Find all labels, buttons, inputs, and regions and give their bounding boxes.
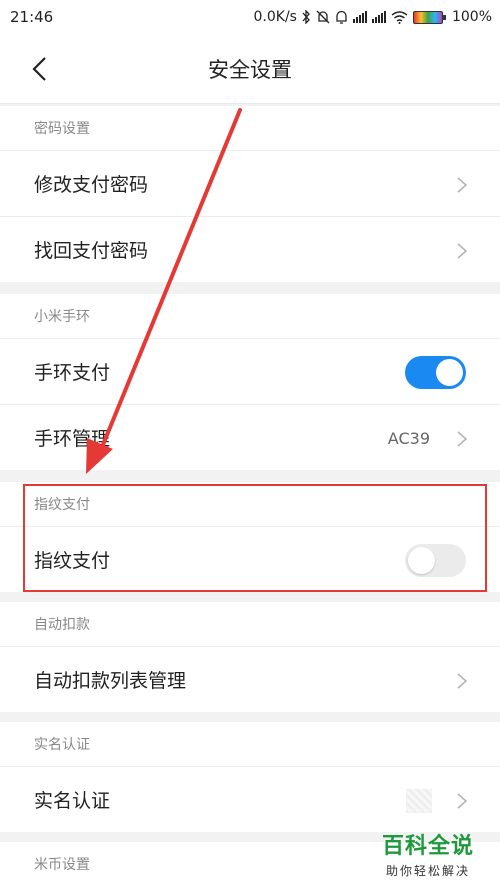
page-title: 安全设置 xyxy=(208,57,292,82)
row-retrieve-pay-password[interactable]: 找回支付密码 xyxy=(0,216,500,282)
status-time: 21:46 xyxy=(10,8,54,26)
back-arrow-icon[interactable] xyxy=(28,56,52,82)
row-band-manage[interactable]: 手环管理 AC39 xyxy=(0,404,500,470)
chevron-right-icon xyxy=(457,177,468,193)
chevron-right-icon xyxy=(457,243,468,259)
row-label: 实名认证 xyxy=(34,790,111,812)
blurred-value xyxy=(406,789,432,813)
status-bar: 21:46 0.0K/s 100% xyxy=(0,0,500,34)
watermark-title: 百科全说 xyxy=(381,834,474,859)
chevron-right-icon xyxy=(457,673,468,689)
section-password-settings: 密码设置 修改支付密码 找回支付密码 xyxy=(0,106,500,282)
band-id-value: AC39 xyxy=(387,428,430,448)
nav-bar: 安全设置 xyxy=(0,34,500,104)
row-label: 修改支付密码 xyxy=(34,174,149,196)
network-speed: 0.0K/s xyxy=(253,9,297,25)
band-pay-toggle[interactable] xyxy=(405,356,466,389)
toggle-knob xyxy=(436,359,463,386)
chevron-right-icon xyxy=(457,431,468,447)
section-auto-deduct: 自动扣款 自动扣款列表管理 xyxy=(0,602,500,712)
wifi-icon xyxy=(391,10,408,24)
row-label: 手环支付 xyxy=(34,362,111,384)
row-label: 找回支付密码 xyxy=(34,240,149,262)
section-real-name: 实名认证 实名认证 xyxy=(0,722,500,832)
section-header: 自动扣款 xyxy=(34,617,90,633)
row-label: 自动扣款列表管理 xyxy=(34,670,187,692)
row-real-name[interactable]: 实名认证 xyxy=(0,766,500,832)
row-auto-deduct-list[interactable]: 自动扣款列表管理 xyxy=(0,646,500,712)
section-header: 小米手环 xyxy=(34,309,90,325)
section-header: 实名认证 xyxy=(34,737,90,753)
status-icons: 0.0K/s 100% xyxy=(254,9,493,25)
battery-icon xyxy=(412,10,446,24)
chevron-right-icon xyxy=(457,793,468,809)
row-change-pay-password[interactable]: 修改支付密码 xyxy=(0,150,500,216)
bell-icon xyxy=(336,10,347,24)
signal-icon xyxy=(352,11,367,23)
row-band-pay: 手环支付 xyxy=(0,338,500,404)
bluetooth-icon xyxy=(302,10,310,24)
highlight-box xyxy=(23,484,487,592)
signal-icon-2 xyxy=(371,11,386,23)
watermark-subtitle: 助你轻松解决 xyxy=(385,864,470,878)
battery-text: 100% xyxy=(451,9,492,25)
section-header: 密码设置 xyxy=(34,121,90,137)
alarm-off-icon xyxy=(316,10,330,24)
section-mi-band: 小米手环 手环支付 手环管理 AC39 xyxy=(0,294,500,470)
watermark: 百科全说 助你轻松解决 xyxy=(362,828,494,879)
row-label: 手环管理 xyxy=(34,428,111,450)
